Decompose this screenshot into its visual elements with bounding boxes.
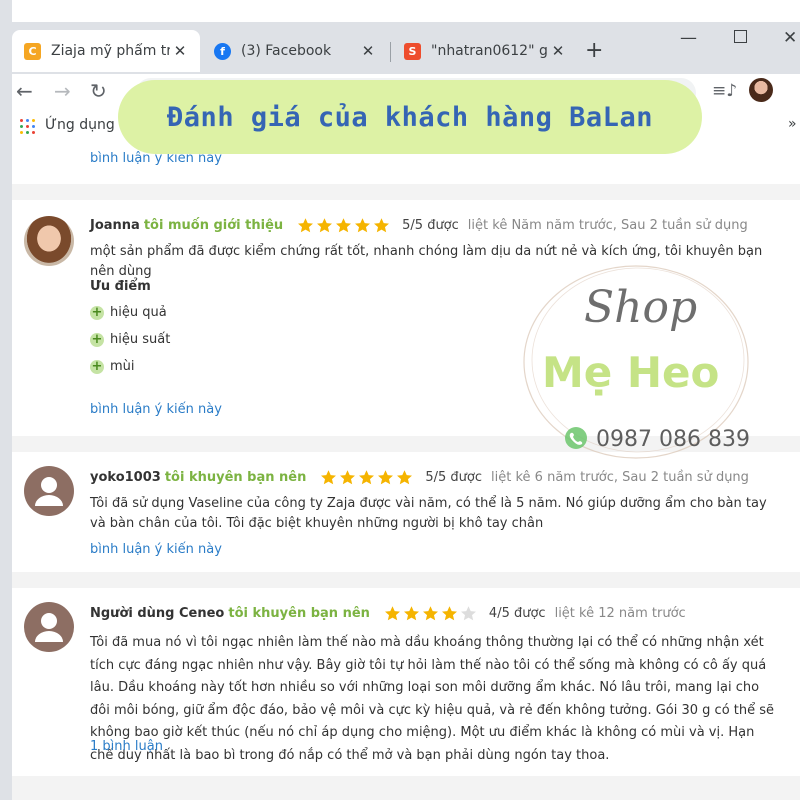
review-text: một sản phẩm đã được kiểm chứng rất tốt,… <box>90 244 763 279</box>
star-icon <box>397 470 413 485</box>
comment-link[interactable]: 1 bình luận <box>90 739 163 754</box>
pro-label: hiệu quả <box>110 305 167 320</box>
star-icon <box>384 606 400 621</box>
star-icon <box>355 218 371 233</box>
score: 5/5 được <box>425 470 483 485</box>
star-icon <box>317 218 333 233</box>
star-rating <box>297 217 392 234</box>
apps-grid-icon[interactable] <box>20 119 35 134</box>
score: 5/5 được <box>402 218 459 233</box>
recommend-badge: tôi khuyên bạn nên <box>228 606 370 621</box>
star-icon <box>336 218 352 233</box>
star-icon <box>374 218 390 233</box>
star-icon <box>441 606 457 621</box>
score: 4/5 được <box>488 606 546 621</box>
recommend-badge: tôi muốn giới thiệu <box>143 218 284 233</box>
star-icon <box>460 606 476 621</box>
reload-icon[interactable]: ↻ <box>90 80 107 102</box>
review-card: yoko1003 tôi khuyên bạn nên 5/5 được liệ… <box>12 452 800 572</box>
review-meta: Joanna tôi muốn giới thiệu 5/5 được liệt… <box>90 217 748 234</box>
review-card: Joanna tôi muốn giới thiệu 5/5 được liệt… <box>12 200 800 436</box>
minimize-icon[interactable]: — <box>680 28 697 48</box>
close-icon[interactable]: ✕ <box>170 42 190 60</box>
avatar[interactable] <box>749 78 773 102</box>
bookmark-apps-label[interactable]: Ứng dụng <box>45 117 115 133</box>
forward-arrow-icon[interactable]: → <box>54 80 71 102</box>
star-rating <box>384 605 479 622</box>
tab-title: (3) Facebook <box>241 43 332 59</box>
reviewer-name: Joanna <box>90 218 140 233</box>
comment-link[interactable]: bình luận ý kiến này <box>90 402 222 417</box>
avatar <box>24 216 74 266</box>
promo-banner: Đánh giá của khách hàng BaLan <box>118 80 702 154</box>
user-avatar-icon <box>24 466 74 516</box>
pro-item: + hiệu quả <box>90 305 167 320</box>
tab-shopee[interactable]: S "nhatran0612" giá tố ✕ <box>392 30 578 72</box>
ceneo-favicon-icon: C <box>24 42 41 60</box>
reviewer-name: yoko1003 <box>90 470 161 485</box>
close-icon[interactable]: ✕ <box>358 42 378 60</box>
star-icon <box>359 470 375 485</box>
recommend-badge: tôi khuyên bạn nên <box>164 470 307 485</box>
banner-title: Đánh giá của khách hàng BaLan <box>167 101 653 133</box>
star-icon <box>422 606 438 621</box>
star-icon <box>378 470 394 485</box>
tab-divider <box>390 42 391 62</box>
window-frame-left <box>0 0 12 800</box>
facebook-favicon-icon: f <box>214 42 231 60</box>
plus-icon: + <box>90 304 104 320</box>
pros-heading: Ưu điểm <box>90 279 151 294</box>
review-text: Tôi đã mua nó vì tôi ngạc nhiên làm thế … <box>90 635 775 763</box>
star-icon <box>403 606 419 621</box>
pro-item: + mùi <box>90 359 135 374</box>
review-meta: yoko1003 tôi khuyên bạn nên 5/5 được liệ… <box>90 469 749 486</box>
pro-label: hiệu suất <box>110 332 171 347</box>
pro-item: + hiệu suất <box>90 332 170 347</box>
tab-title: Ziaja mỹ phẩm trắng <box>51 43 170 59</box>
star-icon <box>298 218 314 233</box>
tab-title: "nhatran0612" giá tố <box>431 43 548 59</box>
review-date: liệt kê 12 năm trước <box>554 606 686 621</box>
reviewer-name: Người dùng Ceneo <box>90 606 225 621</box>
review-date: liệt kê 6 năm trước, Sau 2 tuần sử dụng <box>491 470 749 485</box>
back-arrow-icon[interactable]: ← <box>16 80 33 102</box>
media-control-icon[interactable]: ≡♪ <box>712 80 737 102</box>
review-card: Người dùng Ceneo tôi khuyên bạn nên 4/5 … <box>12 588 800 776</box>
chevron-more-icon[interactable]: » <box>788 116 797 132</box>
maximize-icon[interactable] <box>734 30 747 43</box>
user-avatar-icon <box>24 602 74 652</box>
tab-facebook[interactable]: f (3) Facebook ✕ <box>202 30 388 72</box>
tab-ziaja[interactable]: C Ziaja mỹ phẩm trắng ✕ <box>12 30 200 72</box>
star-rating <box>320 469 415 486</box>
review-meta: Người dùng Ceneo tôi khuyên bạn nên 4/5 … <box>90 605 686 622</box>
review-text: Tôi đã sử dụng Vaseline của công ty Zaja… <box>90 496 767 531</box>
plus-icon: + <box>90 331 104 347</box>
new-tab-button[interactable]: + <box>585 40 603 62</box>
comment-link[interactable]: bình luận ý kiến này <box>90 542 222 557</box>
plus-icon: + <box>90 358 104 374</box>
review-date: liệt kê Năm năm trước, Sau 2 tuần sử dụn… <box>467 218 748 233</box>
reviews-page: bình luận ý kiến này Joanna tôi muốn giớ… <box>12 142 800 800</box>
star-icon <box>321 470 337 485</box>
window-close-icon[interactable]: ✕ <box>783 28 797 48</box>
star-icon <box>340 470 356 485</box>
pro-label: mùi <box>110 359 135 374</box>
shopee-favicon-icon: S <box>404 42 421 60</box>
close-icon[interactable]: ✕ <box>548 42 568 60</box>
